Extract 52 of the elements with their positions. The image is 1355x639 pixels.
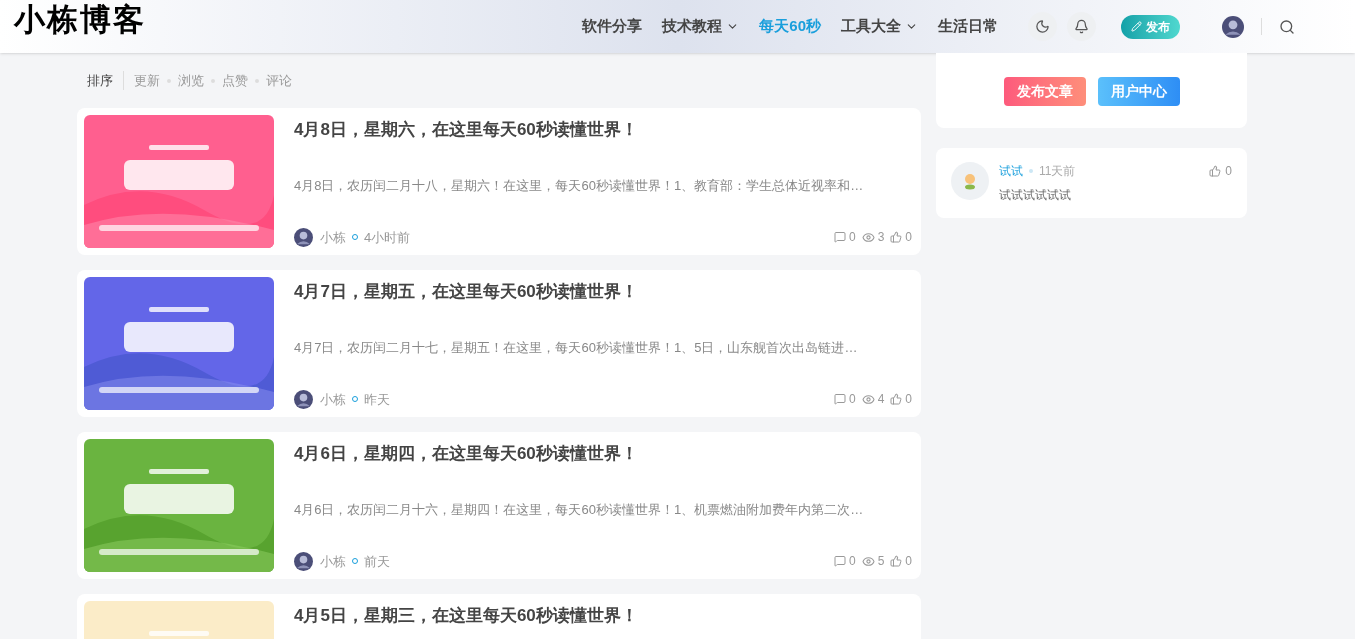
notification-button[interactable] [1067, 12, 1096, 41]
comment-icon [833, 231, 846, 244]
post-time: 昨天 [364, 390, 390, 409]
search-icon[interactable] [1279, 18, 1295, 35]
comment-count: 0 [848, 391, 856, 409]
nav-link[interactable]: 软件分享 [582, 15, 643, 38]
eye-icon [861, 230, 875, 244]
article-card[interactable]: 4月5日，星期三，在这里每天60秒读懂世界！ [77, 594, 921, 639]
comment-count: 0 [848, 553, 856, 571]
article-card[interactable]: 4月8日，星期六，在这里每天60秒读懂世界！ 4月8日，农历闰二月十八，星期六！在这里，每天60秒读懂世界！1、教育部：学生总体近视率和… 小栋 4小时前 0 3 0 [77, 108, 921, 255]
post-time: 4小时前 [364, 228, 411, 247]
avatar-icon[interactable] [1222, 15, 1244, 38]
avatar-icon[interactable] [294, 227, 313, 247]
site-logo[interactable]: 小栋博客 [14, 0, 146, 44]
avatar-icon[interactable] [294, 551, 313, 571]
like-count: 0 [905, 229, 912, 247]
like-count: 0 [905, 391, 912, 409]
like-count: 0 [905, 553, 912, 571]
nav-link[interactable]: 生活日常 [938, 15, 998, 38]
comment-icon [833, 555, 846, 568]
nav-link[interactable]: 工具大全 [841, 15, 918, 38]
comment-likes: 0 [1225, 163, 1232, 180]
view-count: 4 [877, 391, 885, 409]
article-excerpt: 4月6日，农历闰二月十六，星期四！在这里，每天60秒读懂世界！1、机票燃油附加费年内第二次… [294, 500, 865, 519]
post-time: 前天 [364, 552, 390, 571]
bell-icon [1074, 19, 1089, 34]
pencil-icon [1131, 21, 1142, 32]
article-title[interactable]: 4月8日，星期六，在这里每天60秒读懂世界！ [294, 117, 912, 143]
thumbs-up-icon [890, 555, 903, 568]
article-title[interactable]: 4月6日，星期四，在这里每天60秒读懂世界！ [294, 441, 912, 467]
nav-link[interactable]: 技术教程 [662, 15, 740, 38]
comment-icon [833, 393, 846, 406]
sort-label: 排序 [87, 70, 124, 91]
eye-icon [861, 554, 875, 568]
article-excerpt: 4月8日，农历闰二月十八，星期六！在这里，每天60秒读懂世界！1、教育部：学生总体近视率和… [294, 176, 865, 195]
view-count: 3 [877, 229, 885, 247]
thumbs-up-icon [890, 231, 903, 244]
article-card[interactable]: 4月6日，星期四，在这里每天60秒读懂世界！ 4月6日，农历闰二月十六，星期四！在这里，每天60秒读懂世界！1、机票燃油附加费年内第二次… 小栋 前天 0 5 0 [77, 432, 921, 579]
comment-text: 试试试试试试 [999, 187, 1072, 204]
view-count: 5 [877, 553, 885, 571]
moon-icon [1035, 19, 1050, 34]
comment-count: 0 [848, 229, 856, 247]
dark-mode-button[interactable] [1028, 12, 1057, 41]
avatar-icon[interactable] [294, 389, 313, 409]
thumbs-up-icon [1209, 165, 1222, 177]
comment-time: 11天前 [1039, 163, 1076, 180]
article-title[interactable]: 4月7日，星期五，在这里每天60秒读懂世界！ [294, 279, 912, 305]
article-card[interactable]: 4月7日，星期五，在这里每天60秒读懂世界！ 4月7日，农历闰二月十七，星期五！在这里，每天60秒读懂世界！1、5日，山东舰首次出岛链进… 小栋 昨天 0 4 0 [77, 270, 921, 417]
eye-icon [861, 392, 875, 406]
thumbs-up-icon [890, 393, 903, 406]
article-title[interactable]: 4月5日，星期三，在这里每天60秒读懂世界！ [294, 603, 912, 629]
article-excerpt: 4月7日，农历闰二月十七，星期五！在这里，每天60秒读懂世界！1、5日，山东舰首次出岛链进… [294, 338, 859, 357]
